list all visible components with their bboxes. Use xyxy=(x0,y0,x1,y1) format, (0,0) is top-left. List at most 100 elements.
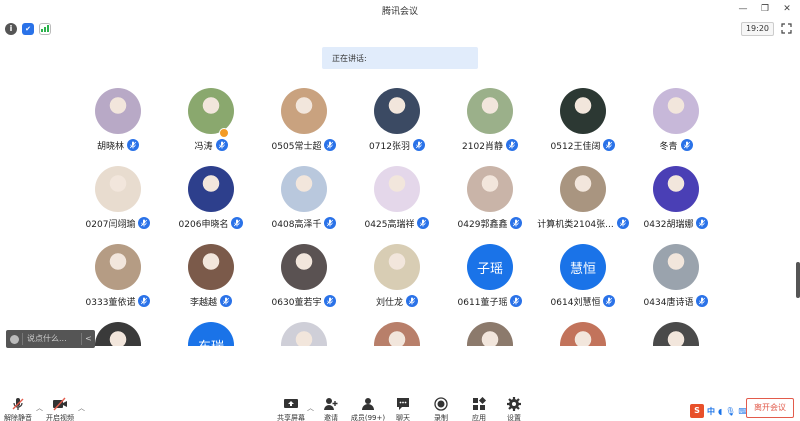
sogou-logo-icon: S xyxy=(690,404,704,418)
side-panel-handle[interactable] xyxy=(796,262,800,298)
close-icon[interactable]: ✕ xyxy=(782,3,792,15)
participant-tile[interactable] xyxy=(616,322,736,346)
record-label: 录制 xyxy=(434,414,448,421)
avatar xyxy=(188,88,234,134)
participant-name: 0512王佳阔 xyxy=(550,141,601,152)
avatar xyxy=(95,166,141,212)
signal-icon[interactable] xyxy=(39,23,51,35)
participant-name: 0425高瑞祥 xyxy=(364,219,415,230)
mic-icon xyxy=(324,139,337,151)
mic-icon xyxy=(696,295,709,307)
mic-icon xyxy=(215,139,228,151)
start-video-button[interactable]: 开启视频 xyxy=(40,397,80,421)
participant-name: 冬青 xyxy=(659,141,678,152)
avatar xyxy=(188,166,234,212)
avatar xyxy=(467,166,513,212)
participant-name: 0408高泽千 xyxy=(271,219,322,230)
chat-button[interactable]: 聊天 xyxy=(383,397,423,421)
participant-name-row: 0434唐诗语 xyxy=(616,294,736,308)
mic-icon xyxy=(510,295,523,307)
window-controls: — ❐ ✕ xyxy=(738,3,792,15)
speaking-label: 正在讲话: xyxy=(332,54,367,63)
avatar xyxy=(374,322,420,346)
members-icon xyxy=(362,398,374,410)
add-user-icon xyxy=(324,398,338,410)
participant-name: 0712张羽 xyxy=(369,141,410,152)
mic-icon xyxy=(510,217,523,229)
avatar-initials: 慧恒 xyxy=(569,261,596,277)
ime-lang[interactable]: 中 xyxy=(707,406,715,417)
avatar xyxy=(560,322,606,346)
apps-icon xyxy=(473,397,487,410)
participant-tile[interactable]: 0432胡瑞娜 xyxy=(616,166,736,242)
leave-meeting-button[interactable]: 离开会议 xyxy=(746,398,794,418)
avatar: 慧恒 xyxy=(560,244,606,290)
participant-name: 李越越 xyxy=(189,297,217,308)
avatar: 子瑶 xyxy=(467,244,513,290)
info-icon[interactable]: i xyxy=(5,23,17,35)
participant-tile[interactable]: 0434唐诗语 xyxy=(616,244,736,320)
camera-off-icon xyxy=(53,397,67,411)
avatar xyxy=(374,166,420,212)
mic-icon xyxy=(138,217,151,229)
avatar xyxy=(653,88,699,134)
avatar xyxy=(467,88,513,134)
apps-label: 应用 xyxy=(472,414,486,421)
minimize-icon[interactable]: — xyxy=(738,3,748,15)
mic-icon xyxy=(603,139,616,151)
emoji-icon[interactable] xyxy=(6,330,22,348)
unmute-button[interactable]: 解除静音 xyxy=(0,397,38,421)
mic-icon xyxy=(505,139,518,151)
share-screen-button[interactable]: 共享屏幕 xyxy=(271,397,311,421)
meeting-clock: 19:20 xyxy=(740,22,774,36)
avatar-initials: 子瑶 xyxy=(476,261,503,277)
avatar xyxy=(560,88,606,134)
shield-icon[interactable]: ✔ xyxy=(22,23,34,35)
avatar-initials: 东瑞 xyxy=(198,336,224,347)
restore-icon[interactable]: ❐ xyxy=(760,3,770,15)
members-button[interactable]: 成员(99+) xyxy=(348,397,388,421)
participant-name: 冯涛 xyxy=(194,141,213,152)
avatar xyxy=(653,322,699,346)
share-screen-icon xyxy=(284,399,298,408)
avatar: 东瑞 xyxy=(188,322,234,346)
mic-icon xyxy=(127,139,139,151)
chat-collapse-button[interactable]: < xyxy=(81,333,95,345)
mic-icon xyxy=(138,295,151,307)
chat-placeholder[interactable]: 说点什么... xyxy=(22,333,81,345)
members-label: 成员(99+) xyxy=(350,414,386,421)
invite-button[interactable]: 邀请 xyxy=(311,397,351,421)
record-icon xyxy=(434,397,448,411)
ime-toolbar[interactable]: S 中 ◖ 🎙 ⌨ xyxy=(690,404,750,418)
record-button[interactable]: 录制 xyxy=(421,397,461,421)
participant-name: 0207闫翊瑜 xyxy=(85,219,136,230)
gear-icon xyxy=(507,397,521,411)
participant-name-row: 冬青 xyxy=(616,138,736,152)
participant-name: 0614刘慧恒 xyxy=(550,297,601,308)
ime-moon-icon[interactable]: ◖ xyxy=(718,407,722,416)
mic-icon xyxy=(231,217,244,229)
participant-grid: 胡晓林 冯涛 0505常士超 0712张羽 2102肖静 0512王佳阔 冬青 0207闫翊瑜… xyxy=(0,88,800,346)
mic-icon xyxy=(696,217,709,229)
mic-icon xyxy=(406,295,418,307)
participant-name: 胡晓林 xyxy=(96,141,124,152)
participant-tile[interactable]: 冬青 xyxy=(616,88,736,164)
chat-input-bar[interactable]: 说点什么... < xyxy=(6,330,95,348)
avatar xyxy=(281,244,327,290)
avatar xyxy=(281,166,327,212)
mic-muted-icon xyxy=(12,398,24,410)
avatar xyxy=(281,88,327,134)
chat-label: 聊天 xyxy=(396,414,410,421)
fullscreen-icon[interactable] xyxy=(781,23,792,34)
video-options-caret[interactable]: ︿ xyxy=(78,403,85,413)
settings-button[interactable]: 设置 xyxy=(494,397,534,421)
settings-label: 设置 xyxy=(507,414,521,421)
invite-label: 邀请 xyxy=(324,414,338,421)
ime-mic-icon[interactable]: 🎙 xyxy=(725,407,735,416)
unmute-label: 解除静音 xyxy=(4,414,32,421)
mic-icon xyxy=(603,295,616,307)
participant-name: 0429郭鑫鑫 xyxy=(457,219,508,230)
participant-name: 0432胡瑞娜 xyxy=(643,219,694,230)
apps-button[interactable]: 应用 xyxy=(459,397,499,421)
mic-icon xyxy=(680,139,693,151)
